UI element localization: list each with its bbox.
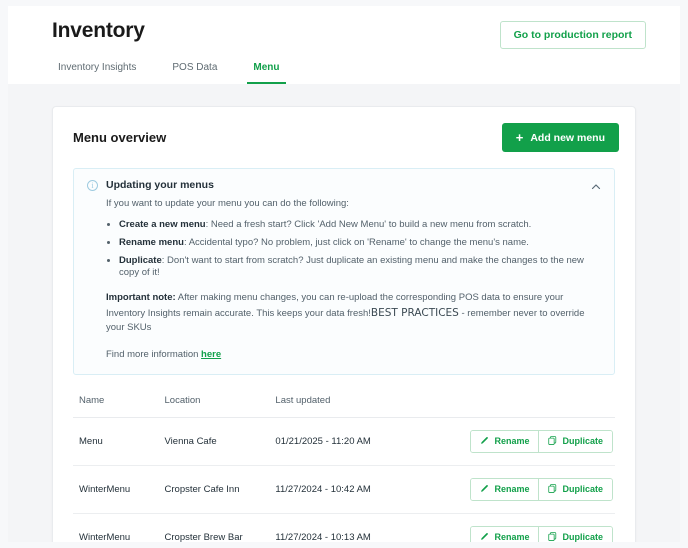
info-bullet-duplicate: Duplicate: Don't want to start from scra… — [119, 255, 600, 281]
here-link[interactable]: here — [201, 349, 221, 360]
cell-name: WinterMenu — [73, 513, 165, 542]
row-action-group: Rename Duplicate — [470, 477, 613, 501]
rename-button[interactable]: Rename — [471, 526, 539, 543]
info-box-subtitle: If you want to update your menu you can … — [106, 198, 349, 209]
page-title: Inventory — [52, 19, 145, 42]
add-new-menu-label: Add new menu — [530, 131, 605, 144]
info-bullet-rename: Rename menu: Accidental typo? No problem… — [119, 237, 600, 250]
copy-icon — [548, 483, 557, 495]
app-page: Inventory Go to production report Invent… — [8, 6, 680, 542]
info-bullet-rename-term: Rename menu — [119, 236, 184, 248]
pencil-icon — [480, 484, 489, 495]
info-bullet-create-term: Create a new menu — [119, 219, 206, 230]
table-row: WinterMenu Cropster Brew Bar 11/27/2024 - … — [73, 513, 615, 542]
menu-table: Name Location Last updated Menu Vienna Ca… — [73, 394, 615, 542]
info-box-header: i Updating your menus — [87, 179, 600, 191]
info-bullet-duplicate-term: Duplicate — [119, 254, 162, 266]
info-box-bullet-list: Create a new menu: Need a fresh start? C… — [106, 219, 600, 280]
cell-location: Cropster Brew Bar — [164, 513, 276, 542]
cell-location: Cropster Cafe Inn — [164, 465, 276, 514]
important-note-label: Important note: — [106, 292, 176, 304]
tab-bar: Inventory Insights POS Data Menu — [52, 56, 286, 84]
cell-last-updated: 11/27/2024 - 10:42 AM — [275, 465, 471, 514]
cell-name: WinterMenu — [73, 465, 165, 514]
rename-label: Rename — [494, 484, 530, 494]
cell-name: Menu — [73, 417, 165, 466]
duplicate-button[interactable]: Duplicate — [538, 430, 612, 452]
card-title: Menu overview — [73, 130, 167, 145]
best-practices-emphasis: BEST PRACTICES — [370, 306, 459, 319]
rename-label: Rename — [494, 436, 530, 446]
menu-overview-card: Menu overview + Add new menu i Updating … — [52, 106, 636, 542]
info-bullet-duplicate-text: : Don't want to start from scratch? Just… — [119, 254, 584, 279]
duplicate-button[interactable]: Duplicate — [538, 526, 612, 543]
copy-icon — [548, 435, 557, 447]
info-box-important-note: Important note: After making menu change… — [106, 291, 600, 335]
duplicate-label: Duplicate — [562, 532, 603, 542]
pencil-icon — [480, 532, 489, 543]
updating-menus-info-box: i Updating your menus If you want to upd… — [73, 168, 615, 375]
table-header-row: Name Location Last updated — [73, 394, 615, 418]
rename-label: Rename — [494, 532, 530, 542]
column-header-name: Name — [73, 394, 165, 418]
column-header-actions — [470, 394, 615, 418]
cell-location: Vienna Cafe — [164, 417, 276, 466]
tab-menu[interactable]: Menu — [247, 56, 286, 84]
info-box-title: Updating your menus — [106, 179, 214, 191]
info-bullet-rename-text: : Accidental typo? No problem, just clic… — [183, 236, 529, 248]
pencil-icon — [480, 436, 489, 447]
cell-actions: Rename Duplicate — [470, 417, 615, 466]
duplicate-label: Duplicate — [562, 484, 603, 494]
column-header-location: Location — [164, 394, 276, 418]
card-header: Menu overview + Add new menu — [69, 121, 619, 152]
column-header-last-updated: Last updated — [275, 394, 471, 418]
row-action-group: Rename Duplicate — [470, 525, 613, 543]
row-action-group: Rename Duplicate — [470, 429, 613, 453]
menu-table-body: Menu Vienna Cafe 01/21/2025 - 11:20 AM Rena… — [73, 417, 615, 542]
info-bullet-create: Create a new menu: Need a fresh start? C… — [119, 219, 600, 232]
plus-icon: + — [515, 130, 524, 145]
go-to-production-report-button[interactable]: Go to production report — [499, 21, 646, 49]
cell-last-updated: 11/27/2024 - 10:13 AM — [275, 513, 471, 542]
page-header: Inventory Go to production report Invent… — [8, 6, 680, 84]
rename-button[interactable]: Rename — [471, 478, 539, 500]
table-row: WinterMenu Cropster Cafe Inn 11/27/2024 - … — [73, 465, 615, 514]
chevron-up-icon[interactable] — [589, 180, 603, 194]
add-new-menu-button[interactable]: + Add new menu — [501, 123, 619, 152]
table-row: Menu Vienna Cafe 01/21/2025 - 11:20 AM Rena… — [73, 417, 615, 466]
main-content: Menu overview + Add new menu i Updating … — [8, 84, 680, 542]
cell-actions: Rename Duplicate — [470, 513, 615, 542]
tab-pos-data[interactable]: POS Data — [166, 56, 223, 84]
copy-icon — [548, 531, 557, 543]
info-circle-icon: i — [87, 180, 98, 191]
info-bullet-create-text: : Need a fresh start? Click 'Add New Men… — [205, 219, 532, 230]
duplicate-button[interactable]: Duplicate — [538, 478, 612, 500]
duplicate-label: Duplicate — [562, 436, 603, 446]
find-more-text: Find more information — [106, 348, 202, 360]
cell-last-updated: 01/21/2025 - 11:20 AM — [275, 417, 471, 466]
cell-actions: Rename Duplicate — [470, 465, 615, 514]
rename-button[interactable]: Rename — [471, 430, 539, 452]
find-more-information: Find more information here — [106, 349, 600, 360]
tab-inventory-insights[interactable]: Inventory Insights — [52, 56, 142, 84]
menu-table-head: Name Location Last updated — [73, 394, 615, 418]
